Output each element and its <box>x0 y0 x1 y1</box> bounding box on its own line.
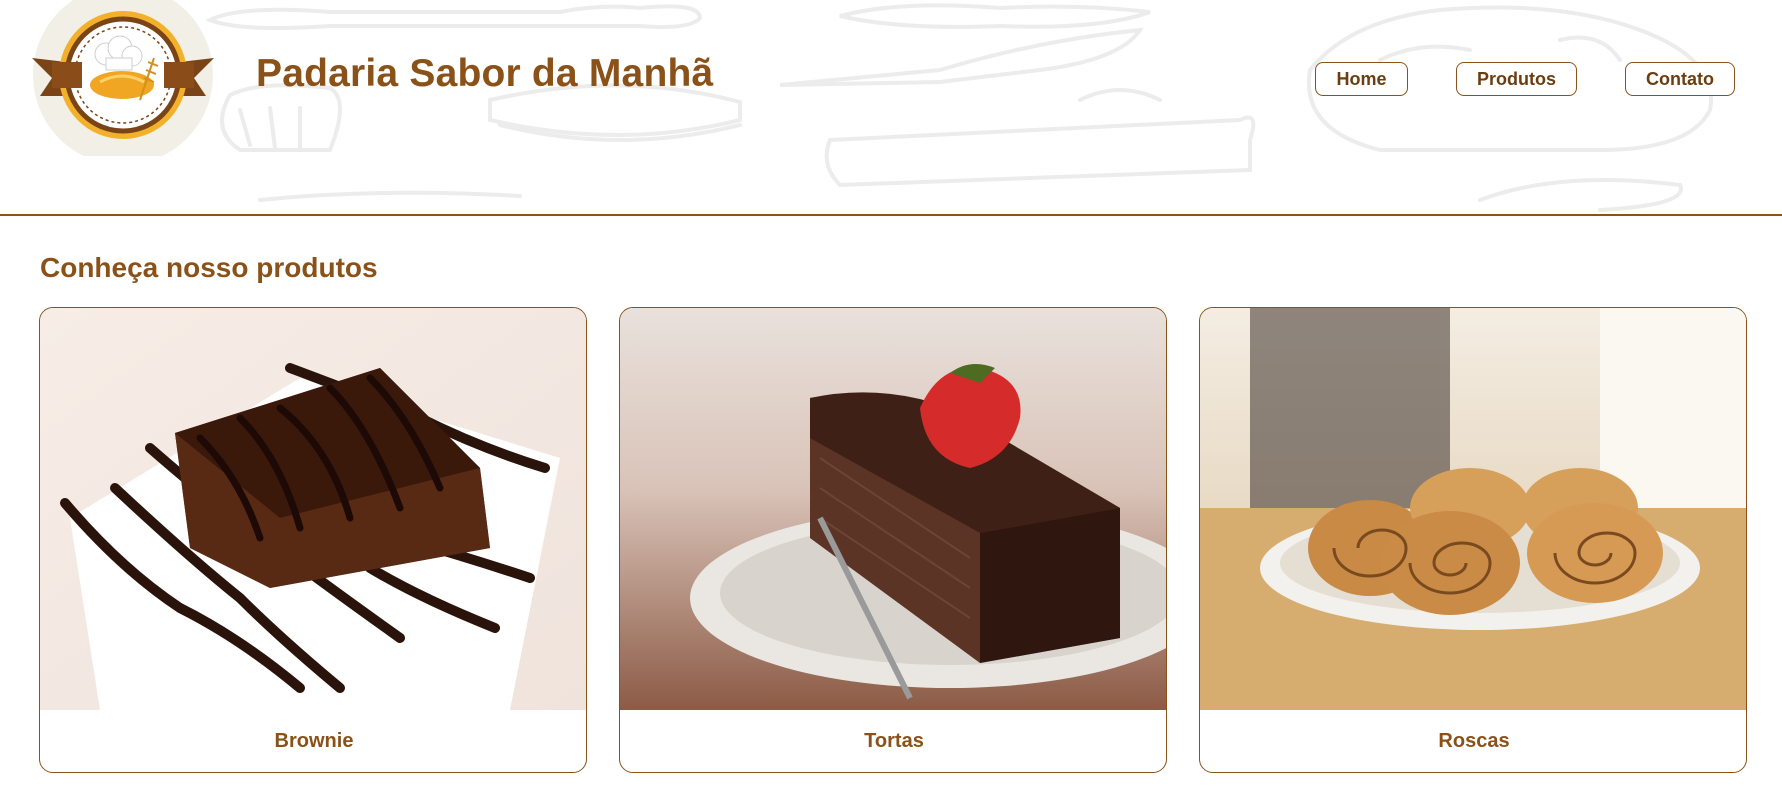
product-name: Tortas <box>864 729 924 752</box>
brownie-photo <box>40 308 586 710</box>
main-navigation: Home Produtos Contato <box>0 62 1782 96</box>
nav-home-button[interactable]: Home <box>1315 62 1408 96</box>
nav-produtos-button[interactable]: Produtos <box>1456 62 1577 96</box>
nav-contato-button[interactable]: Contato <box>1625 62 1735 96</box>
product-name: Brownie <box>274 729 354 752</box>
site-header: Padaria Sabor da Manhã Home Produtos Con… <box>0 0 1782 216</box>
product-card-brownie[interactable]: Brownie <box>39 307 587 773</box>
product-card-roscas[interactable]: Roscas <box>1199 307 1747 773</box>
chocolate-cake-slice-photo <box>620 308 1166 710</box>
product-card-tortas[interactable]: Tortas <box>619 307 1167 773</box>
product-name: Roscas <box>1438 729 1510 752</box>
cinnamon-rolls-photo <box>1200 308 1746 710</box>
bakery-doodle-background <box>205 3 1714 212</box>
section-title: Conheça nosso produtos <box>40 252 378 283</box>
